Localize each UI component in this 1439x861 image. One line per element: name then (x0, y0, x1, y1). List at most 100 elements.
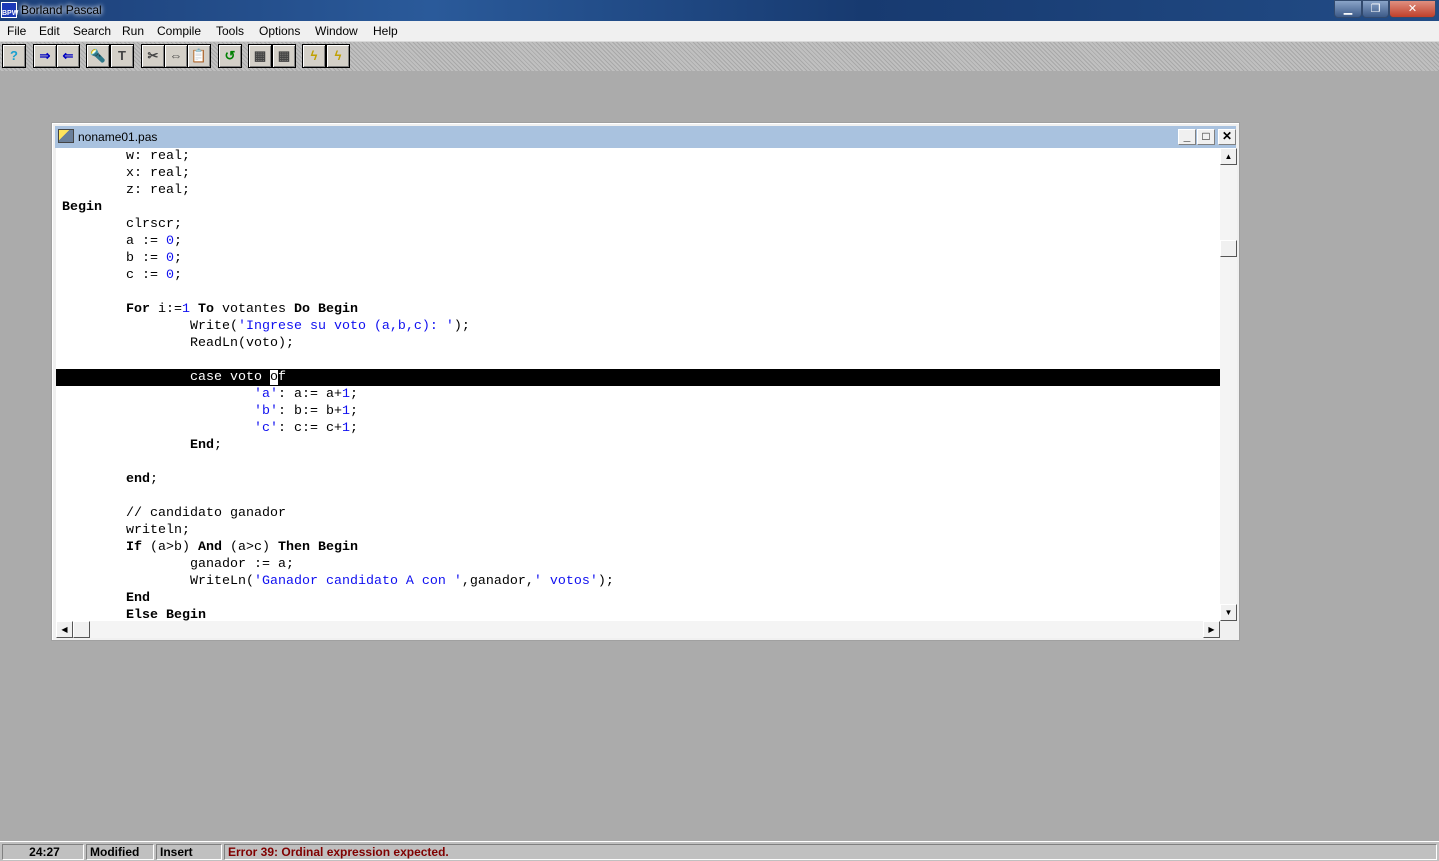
horizontal-scroll-thumb[interactable] (73, 621, 90, 638)
scroll-up-button[interactable]: ▲ (1220, 148, 1237, 165)
insert-mode-indicator: Insert (156, 844, 222, 860)
compile-icon: ▦ (253, 48, 267, 63)
code-token: 1 (341, 387, 350, 402)
find-text-button[interactable]: T (110, 44, 134, 68)
debug-run-button[interactable]: ϟ (326, 44, 350, 68)
code-token: 0 (165, 268, 174, 283)
code-line: a := 0; (62, 233, 182, 250)
compile-button[interactable]: ▦ (248, 44, 272, 68)
editor-title: noname01.pas (78, 130, 158, 144)
menu-search[interactable]: Search (73, 24, 111, 38)
code-token: (a>b) (142, 540, 198, 555)
menu-run[interactable]: Run (122, 24, 144, 38)
menu-file[interactable]: File (7, 24, 26, 38)
paste-button[interactable]: 📋 (187, 44, 211, 68)
code-token: Write( (62, 319, 238, 334)
toolbar: ? ⇒ ⇐ 🔦 T ✂ ⇔ 📋 ↺ ▦ ▦ ϟ ϟ (0, 42, 1439, 71)
code-line: Else Begin (62, 607, 206, 621)
cut-button[interactable]: ✂ (141, 44, 165, 68)
debug-run-icon: ϟ (334, 48, 342, 63)
status-bar: 24:27 Modified Insert Error 39: Ordinal … (0, 841, 1439, 861)
code-token: ); (597, 574, 614, 589)
code-line: ReadLn(voto); (62, 335, 294, 352)
code-token: : b:= b+ (277, 404, 342, 419)
code-token: clrscr; (62, 217, 182, 232)
find-text-icon: T (118, 48, 126, 63)
code-line: For i:=1 To votantes Do Begin (62, 301, 358, 318)
menu-options[interactable]: Options (259, 24, 300, 38)
error-message: Error 39: Ordinal expression expected. (224, 844, 1437, 860)
paste-icon: 📋 (190, 48, 208, 63)
code-token: 'Ingrese su voto (a,b,c): ' (237, 319, 454, 334)
code-line: c := 0; (62, 267, 182, 284)
code-token: End (189, 438, 214, 453)
menu-window[interactable]: Window (315, 24, 358, 38)
code-token: ,ganador, (461, 574, 534, 589)
code-token: 1 (341, 404, 350, 419)
vertical-scrollbar[interactable]: ▲ ▼ (1220, 148, 1237, 621)
app-maximize-button[interactable]: ❐ (1362, 0, 1389, 18)
editor-title-bar[interactable]: noname01.pas _ □ ✕ (55, 126, 1236, 148)
code-line: Write('Ingrese su voto (a,b,c): '); (62, 318, 470, 335)
code-editor[interactable]: w: real; x: real; z: real; Begin clrscr; … (56, 148, 1220, 621)
code-token: ; (349, 387, 358, 402)
editor-close-button[interactable]: ✕ (1218, 129, 1236, 145)
help-button[interactable]: ? (2, 44, 26, 68)
code-line: ganador := a; (62, 556, 294, 573)
code-token: ; (173, 268, 182, 283)
undo-icon: ↺ (224, 48, 236, 63)
code-line: 'a': a:= a+1; (62, 386, 358, 403)
app-title-bar: BPW Borland Pascal ▁ ❐ ✕ (0, 0, 1439, 21)
cut-icon: ✂ (147, 48, 159, 63)
code-token: Begin (318, 540, 358, 555)
code-line: WriteLn('Ganador candidato A con ',ganad… (62, 573, 614, 590)
code-line: // candidato ganador (62, 505, 286, 522)
code-token: End (126, 591, 150, 606)
code-token: i:= (150, 302, 182, 317)
make-icon: ▦ (277, 48, 291, 63)
open-file-button[interactable]: ⇐ (56, 44, 80, 68)
code-token: 'a' (253, 387, 278, 402)
code-token: ; (213, 438, 222, 453)
undo-button[interactable]: ↺ (218, 44, 242, 68)
scroll-down-button[interactable]: ▼ (1220, 604, 1237, 621)
code-token: WriteLn( (62, 574, 254, 589)
menu-help[interactable]: Help (373, 24, 398, 38)
save-file-button[interactable]: ⇒ (33, 44, 57, 68)
code-token: Else (126, 608, 158, 621)
cursor-position: 24:27 (2, 844, 84, 860)
code-token: : c:= c+ (277, 421, 342, 436)
menu-edit[interactable]: Edit (39, 24, 60, 38)
menu-tools[interactable]: Tools (216, 24, 244, 38)
code-token: 0 (165, 234, 174, 249)
make-button[interactable]: ▦ (272, 44, 296, 68)
code-token: case voto (62, 370, 270, 385)
code-token: 'Ganador candidato A con ' (253, 574, 462, 589)
code-token: ReadLn(voto); (62, 336, 294, 351)
menu-compile[interactable]: Compile (157, 24, 201, 38)
vertical-scroll-thumb[interactable] (1220, 240, 1237, 257)
code-token: 'c' (253, 421, 278, 436)
editor-maximize-button[interactable]: □ (1197, 129, 1215, 145)
code-token: If (126, 540, 142, 555)
editor-minimize-button[interactable]: _ (1178, 129, 1196, 145)
code-token: ; (173, 251, 182, 266)
scroll-left-button[interactable]: ◀ (56, 621, 73, 638)
horizontal-scrollbar[interactable]: ◀ ▶ (56, 621, 1220, 638)
scroll-right-button[interactable]: ▶ (1203, 621, 1220, 638)
find-button[interactable]: 🔦 (86, 44, 110, 68)
file-edit-icon (58, 129, 74, 143)
code-token: ganador := a; (62, 557, 294, 572)
code-token: f (277, 370, 286, 385)
code-token: ; (173, 234, 182, 249)
code-token: Begin (62, 200, 102, 215)
copy-button[interactable]: ⇔ (164, 44, 188, 68)
run-button[interactable]: ϟ (302, 44, 326, 68)
app-minimize-button[interactable]: ▁ (1334, 0, 1362, 18)
app-close-button[interactable]: ✕ (1389, 0, 1436, 18)
